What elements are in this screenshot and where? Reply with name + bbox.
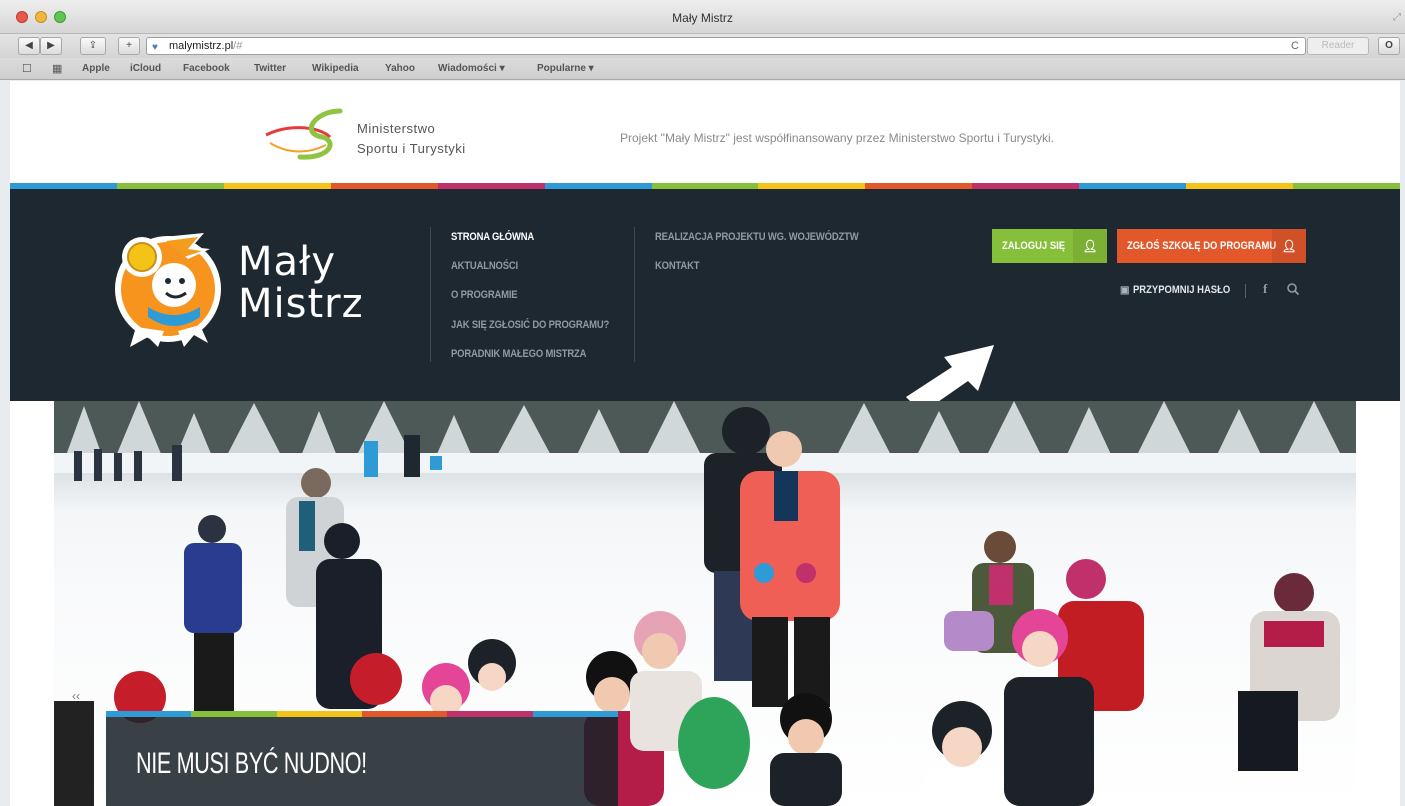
- url-host: malymistrz.pl: [169, 40, 234, 52]
- bookmarks-bar: ☐ ▦ Apple iCloud Facebook Twitter Wikipe…: [0, 58, 1405, 80]
- share-button[interactable]: ⇪: [80, 37, 106, 55]
- nav-item-guide[interactable]: Poradnik Małego Mistrza: [451, 348, 586, 360]
- lock-icon: ▣: [1120, 285, 1130, 296]
- window-title: Mały Mistrz: [672, 11, 733, 25]
- slider-prev-control[interactable]: ‹‹: [72, 689, 80, 703]
- forward-button[interactable]: ▶: [40, 37, 62, 55]
- stripe-segment: [106, 711, 192, 717]
- url-hash: /#: [233, 40, 243, 52]
- nav-item-home[interactable]: Strona główna: [451, 231, 534, 243]
- hero-caption: NIE MUSI BYĆ NUDNO!: [106, 711, 618, 806]
- user-icon: 👤︎: [1073, 229, 1107, 263]
- back-arrow-icon: ◀: [25, 40, 33, 51]
- reading-list-icon[interactable]: ☐: [22, 62, 32, 75]
- bookmark-item[interactable]: Wiadomości ▾: [438, 63, 505, 74]
- ministry-logo-icon: [265, 108, 343, 160]
- hero-caption-title: NIE MUSI BYĆ NUDNO!: [136, 747, 367, 780]
- stripe-segment: [276, 711, 362, 717]
- search-icon[interactable]: [1286, 282, 1300, 296]
- brand-line1: Mały: [238, 239, 337, 285]
- brand-line2: Mistrz: [238, 281, 364, 327]
- nav-item-news[interactable]: Aktualności: [451, 260, 518, 272]
- register-school-button[interactable]: ZGŁOŚ SZKOŁĘ DO PROGRAMU 👤︎: [1117, 229, 1306, 263]
- login-button-label: ZALOGUJ SIĘ: [1002, 240, 1066, 252]
- main-navbar: Mały Mistrz Strona główna Aktualności O …: [10, 189, 1400, 413]
- ministry-name-line2: Sportu i Turystyki: [357, 141, 466, 156]
- social-divider: [1245, 284, 1246, 298]
- top-sites-icon[interactable]: ▦: [52, 62, 62, 75]
- nav-divider: [430, 227, 431, 362]
- remind-password-label: PRZYPOMNIJ HASŁO: [1133, 284, 1231, 296]
- cofunding-notice: Projekt "Mały Mistrz" jest współfinansow…: [620, 131, 1054, 145]
- nav-item-contact[interactable]: Kontakt: [655, 260, 700, 272]
- bookmark-item[interactable]: Facebook: [183, 63, 230, 74]
- ministry-name-line1: Ministerstwo: [357, 121, 436, 136]
- nav-item-regions[interactable]: Realizacja projektu wg. województw: [655, 231, 859, 243]
- stripe-segment: [191, 711, 277, 717]
- title-bar: Mały Mistrz ⤢: [0, 0, 1405, 34]
- reader-button[interactable]: Reader: [1307, 37, 1369, 55]
- caption-color-stripe: [106, 711, 618, 717]
- facebook-icon[interactable]: f: [1263, 281, 1267, 297]
- back-button[interactable]: ◀: [18, 37, 40, 55]
- stripe-segment: [361, 711, 448, 717]
- reload-icon[interactable]: C: [1291, 38, 1299, 54]
- login-button[interactable]: ZALOGUJ SIĘ 👤︎: [992, 229, 1107, 263]
- register-school-button-label: ZGŁOŚ SZKOŁĘ DO PROGRAMU: [1127, 240, 1277, 252]
- share-icon: ⇪: [88, 40, 98, 51]
- bookmark-item[interactable]: iCloud: [130, 63, 161, 74]
- stripe-segment: [532, 711, 618, 717]
- downloads-icon: O: [1385, 40, 1393, 51]
- ministry-name: Ministerstwo Sportu i Turystyki: [357, 119, 466, 159]
- stripe-segment: [447, 711, 533, 717]
- address-bar[interactable]: ♥ malymistrz.pl/# C: [146, 37, 1306, 55]
- downloads-button[interactable]: O: [1378, 37, 1400, 55]
- site-favicon-icon: ♥: [152, 42, 158, 53]
- web-page: Ministerstwo Sportu i Turystyki Projekt …: [10, 81, 1400, 806]
- fullscreen-icon[interactable]: ⤢: [1393, 12, 1401, 23]
- nav-item-about[interactable]: O programie: [451, 289, 518, 301]
- brand-wordmark[interactable]: Mały Mistrz: [238, 241, 364, 325]
- bookmark-item[interactable]: Apple: [82, 63, 110, 74]
- bookmark-item[interactable]: Popularne ▾: [537, 63, 594, 74]
- bookmark-item[interactable]: Wikipedia: [312, 63, 359, 74]
- sponsor-header: Ministerstwo Sportu i Turystyki Projekt …: [10, 81, 1400, 183]
- remind-password-link[interactable]: ▣ PRZYPOMNIJ HASŁO: [1120, 284, 1247, 296]
- browser-window: Mały Mistrz ⤢ ◀ ▶ ⇪ + ♥ malymistrz.pl/# …: [0, 0, 1405, 806]
- hero-slider: ‹‹ NIE MUSI BYĆ NUDNO!: [54, 401, 1356, 806]
- nav-divider: [634, 227, 635, 362]
- bookmark-item[interactable]: Yahoo: [385, 63, 415, 74]
- browser-toolbar: ◀ ▶ ⇪ + ♥ malymistrz.pl/# C Reader O: [0, 34, 1405, 58]
- plus-icon: +: [126, 40, 132, 51]
- forward-arrow-icon: ▶: [47, 40, 55, 51]
- new-tab-button[interactable]: +: [118, 37, 140, 55]
- bookmark-item[interactable]: Twitter: [254, 63, 286, 74]
- nav-item-how-to-join[interactable]: Jak się zgłosić do programu?: [451, 319, 609, 331]
- user-icon: 👤︎: [1272, 229, 1306, 263]
- maly-mistrz-mascot-logo-icon[interactable]: [108, 227, 226, 349]
